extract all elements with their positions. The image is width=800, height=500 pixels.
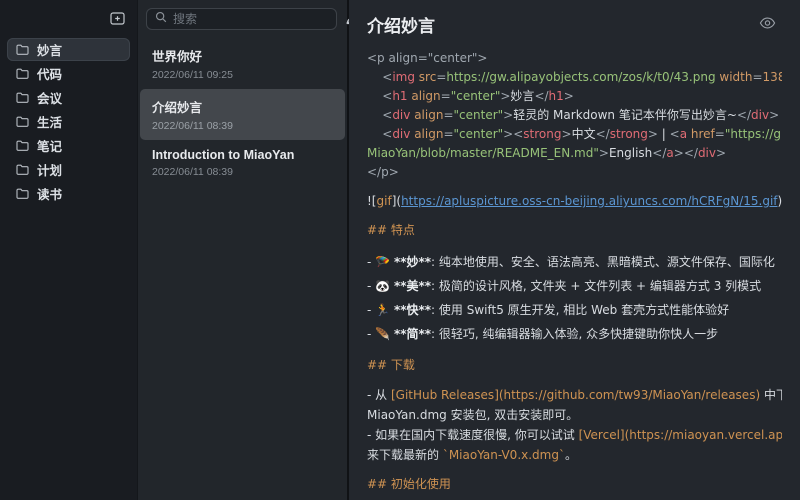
sidebar: 妙言代码会议生活笔记计划读书	[0, 0, 138, 500]
editor-line[interactable]: - 🐼 **美**: 极简的设计风格, 文件夹 + 文件列表 + 编辑器方式 3…	[367, 274, 782, 298]
editor-line[interactable]: ## 特点	[367, 221, 782, 240]
note-list: 世界你好 2022/06/11 09:25 介绍妙言 2022/06/11 08:39…	[138, 36, 347, 186]
editor-line[interactable]: <div align="center">轻灵的 Markdown 笔记本伴你写出…	[367, 106, 782, 125]
folder-icon	[16, 140, 29, 151]
sidebar-header	[0, 0, 137, 38]
eye-icon	[759, 16, 776, 33]
app-window: 妙言代码会议生活笔记计划读书	[0, 0, 800, 500]
editor-line[interactable]: - 🪶 **简**: 很轻巧, 纯编辑器输入体验, 众多快捷键助你快人一步	[367, 322, 782, 346]
sidebar-folder-item[interactable]: 读书	[7, 182, 130, 205]
note-list-item[interactable]: 介绍妙言 2022/06/11 08:39	[140, 89, 345, 140]
search-input[interactable]	[173, 12, 328, 26]
editor-blank-line[interactable]	[367, 465, 782, 475]
editor-blank-line[interactable]	[367, 346, 782, 356]
folder-icon	[16, 164, 29, 175]
note-item-date: 2022/06/11 08:39	[152, 120, 333, 132]
folder-icon	[16, 188, 29, 199]
add-folder-button[interactable]	[108, 9, 127, 30]
sidebar-folder-item[interactable]: 计划	[7, 158, 130, 181]
note-item-title: 世界你好	[152, 46, 333, 65]
folder-label: 妙言	[37, 40, 62, 59]
note-list-header	[138, 0, 347, 36]
folder-label: 代码	[37, 64, 62, 83]
editor-line[interactable]: MiaoYan.dmg 安装包, 双击安装即可。	[367, 405, 782, 425]
editor-line[interactable]: - 🏃 **快**: 使用 Swift5 原生开发, 相比 Web 套壳方式性能…	[367, 298, 782, 322]
editor-line[interactable]: ## 下载	[367, 356, 782, 375]
editor-line[interactable]: ![gif](https://apluspicture.oss-cn-beiji…	[367, 192, 782, 211]
editor-blank-line[interactable]	[367, 182, 782, 192]
editor-content[interactable]: <p align="center"> <img src=https://gw.a…	[349, 49, 800, 500]
editor-pane: 介绍妙言 <p align="center"> <img src=https:/…	[349, 0, 800, 500]
editor-line[interactable]: - 如果在国内下载速度很慢, 你可以试试 [Vercel](https://mi…	[367, 425, 782, 445]
folder-plus-icon	[110, 11, 125, 28]
editor-line[interactable]: <p align="center">	[367, 49, 782, 68]
folder-label: 读书	[37, 184, 62, 203]
editor-line[interactable]: <div align="center"><strong>中文</strong> …	[367, 125, 782, 144]
note-title: 介绍妙言	[367, 12, 435, 37]
folder-icon	[16, 68, 29, 79]
editor-line[interactable]: 来下载最新的 `MiaoYan-V0.x.dmg`。	[367, 445, 782, 465]
search-icon	[155, 10, 167, 28]
note-list-column: 世界你好 2022/06/11 09:25 介绍妙言 2022/06/11 08:39…	[138, 0, 349, 500]
search-box[interactable]	[146, 8, 337, 30]
sidebar-folder-item[interactable]: 生活	[7, 110, 130, 133]
sidebar-folder-item[interactable]: 代码	[7, 62, 130, 85]
editor-blank-line[interactable]	[367, 240, 782, 250]
folder-list: 妙言代码会议生活笔记计划读书	[0, 38, 137, 206]
sidebar-folder-item[interactable]: 笔记	[7, 134, 130, 157]
editor-line[interactable]: MiaoYan/blob/master/README_EN.md">Englis…	[367, 144, 782, 163]
editor-line[interactable]: </p>	[367, 163, 782, 182]
folder-label: 生活	[37, 112, 62, 131]
folder-icon	[16, 116, 29, 127]
note-item-title: 介绍妙言	[152, 97, 333, 116]
preview-toggle-button[interactable]	[757, 14, 778, 35]
editor-blank-line[interactable]	[367, 211, 782, 221]
note-item-title: Introduction to MiaoYan	[152, 148, 333, 162]
note-item-date: 2022/06/11 09:25	[152, 69, 333, 81]
note-list-item[interactable]: Introduction to MiaoYan 2022/06/11 08:39	[140, 140, 345, 186]
editor-blank-line[interactable]	[367, 494, 782, 500]
editor-line[interactable]: ## 初始化使用	[367, 475, 782, 494]
note-item-date: 2022/06/11 08:39	[152, 166, 333, 178]
editor-line[interactable]: - 🪂 **妙**: 纯本地使用、安全、语法高亮、黑暗模式、源文件保存、国际化	[367, 250, 782, 274]
folder-icon	[16, 44, 29, 55]
sidebar-folder-item[interactable]: 妙言	[7, 38, 130, 61]
editor-line[interactable]: <img src=https://gw.alipayobjects.com/zo…	[367, 68, 782, 87]
editor-header: 介绍妙言	[349, 0, 800, 37]
editor-line[interactable]: <h1 align="center">妙言</h1>	[367, 87, 782, 106]
editor-line[interactable]: - 从 [GitHub Releases](https://github.com…	[367, 385, 782, 405]
folder-icon	[16, 92, 29, 103]
folder-label: 计划	[37, 160, 62, 179]
sidebar-folder-item[interactable]: 会议	[7, 86, 130, 109]
folder-label: 笔记	[37, 136, 62, 155]
editor-blank-line[interactable]	[367, 375, 782, 385]
note-list-item[interactable]: 世界你好 2022/06/11 09:25	[140, 38, 345, 89]
folder-label: 会议	[37, 88, 62, 107]
